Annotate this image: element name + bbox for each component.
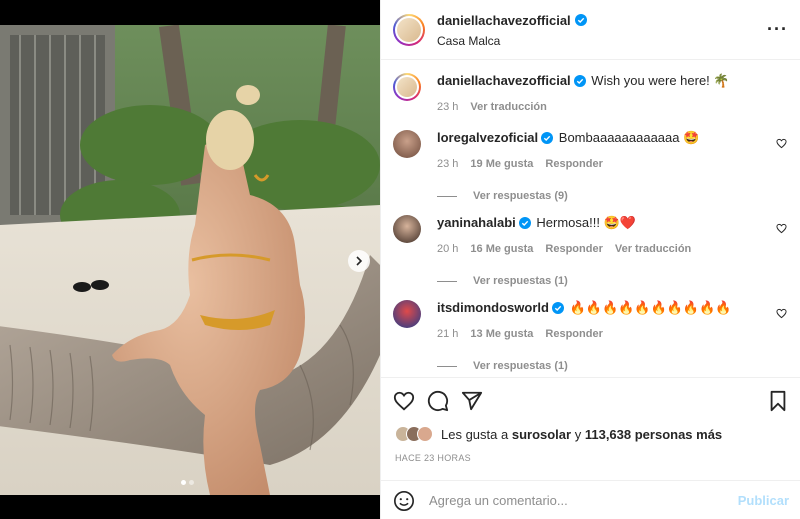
reply-button[interactable]: Responder <box>545 326 602 342</box>
post-photo-image <box>0 25 380 495</box>
comment-likes[interactable]: 13 Me gusta <box>470 326 533 342</box>
view-replies-button[interactable]: Ver respuestas (1) <box>437 275 793 287</box>
view-replies-button[interactable]: Ver respuestas (9) <box>437 190 793 202</box>
view-replies-label: Ver respuestas (9) <box>473 190 568 202</box>
caption-avatar[interactable] <box>393 73 421 101</box>
view-replies-label: Ver respuestas (1) <box>473 360 568 372</box>
replies-divider <box>437 280 457 282</box>
commenter-username[interactable]: loregalvezoficial <box>437 130 538 146</box>
carousel-dot <box>189 480 194 485</box>
post-header: daniellachavezofficial Casa Malca ··· <box>381 0 800 60</box>
post-side-panel: daniellachavezofficial Casa Malca ··· da… <box>380 0 800 519</box>
commenter-username[interactable]: yaninahalabi <box>437 215 516 231</box>
heart-icon[interactable] <box>776 308 787 319</box>
more-icon[interactable]: ··· <box>767 20 788 38</box>
caption-username[interactable]: daniellachavezofficial <box>437 73 571 89</box>
comment-icon[interactable] <box>427 390 449 412</box>
commenter-username[interactable]: itsdimondosworld <box>437 300 549 316</box>
emoji-icon[interactable] <box>393 490 415 512</box>
chevron-right-icon <box>356 256 363 266</box>
view-replies-button[interactable]: Ver respuestas (1) <box>437 360 793 372</box>
comment-input[interactable] <box>429 493 729 508</box>
post-photo[interactable] <box>0 25 380 495</box>
caption-text: Wish you were here! 🌴 <box>591 73 730 88</box>
commenter-avatar[interactable] <box>393 215 421 243</box>
view-replies-label: Ver respuestas (1) <box>473 275 568 287</box>
likes-connector: y <box>574 426 582 442</box>
likes-count-button[interactable]: 113,638 personas más <box>585 427 722 442</box>
verified-icon <box>541 132 554 144</box>
post-location[interactable]: Casa Malca <box>437 34 587 48</box>
comment-time: 21 h <box>437 328 459 340</box>
heart-icon[interactable] <box>393 390 415 412</box>
paper-plane-icon[interactable] <box>461 390 483 412</box>
bookmark-icon[interactable] <box>767 390 789 412</box>
liker-username[interactable]: surosolar <box>512 427 571 442</box>
commenter-avatar[interactable] <box>393 300 421 328</box>
post-timestamp: HACE 23 HORAS <box>395 453 471 463</box>
reply-button[interactable]: Responder <box>545 241 602 257</box>
verified-icon <box>518 217 531 229</box>
caption-item: daniellachavezofficial Wish you were her… <box>393 73 793 115</box>
commenter-avatar[interactable] <box>393 130 421 158</box>
comment-likes[interactable]: 16 Me gusta <box>470 241 533 257</box>
carousel-dot-active <box>181 480 186 485</box>
action-icons-row <box>393 388 789 414</box>
author-avatar[interactable] <box>393 13 425 46</box>
replies-divider <box>437 365 457 367</box>
post-media-panel <box>0 0 380 519</box>
comment-item: loregalvezoficial Bombaaaaaaaaaaaa 🤩 23 … <box>393 130 793 202</box>
carousel-next-button[interactable] <box>348 250 370 272</box>
author-avatar-image <box>397 17 421 42</box>
comments-list: daniellachavezofficial Wish you were her… <box>381 61 800 377</box>
see-translation-link[interactable]: Ver traducción <box>615 241 691 257</box>
comment-text: Hermosa!!! 🤩❤️ <box>536 215 636 230</box>
verified-icon <box>551 302 564 314</box>
see-translation-link[interactable]: Ver traducción <box>470 99 546 115</box>
carousel-indicator <box>181 480 194 485</box>
caption-time: 23 h <box>437 101 459 113</box>
comment-text: Bombaaaaaaaaaaaa 🤩 <box>558 130 700 145</box>
publish-button[interactable]: Publicar <box>738 493 789 508</box>
comment-likes[interactable]: 19 Me gusta <box>470 156 533 172</box>
comment-item: yaninahalabi Hermosa!!! 🤩❤️ 20 h 16 Me g… <box>393 215 793 287</box>
comment-time: 23 h <box>437 158 459 170</box>
comment-text: 🔥🔥🔥🔥🔥🔥🔥🔥🔥🔥 <box>569 300 732 315</box>
heart-icon[interactable] <box>776 223 787 234</box>
verified-icon <box>573 75 586 87</box>
likes-summary: Les gusta a surosolar y 113,638 personas… <box>395 426 722 442</box>
replies-divider <box>437 195 457 197</box>
verified-icon <box>574 14 587 26</box>
liker-avatar <box>417 426 433 442</box>
add-comment-bar: Publicar <box>381 480 800 519</box>
heart-icon[interactable] <box>776 138 787 149</box>
reply-button[interactable]: Responder <box>545 156 602 172</box>
post-actions: Les gusta a surosolar y 113,638 personas… <box>381 377 800 519</box>
author-username[interactable]: daniellachavezofficial <box>437 13 571 28</box>
liker-avatars <box>395 426 433 442</box>
comment-time: 20 h <box>437 243 459 255</box>
comment-item: itsdimondosworld 🔥🔥🔥🔥🔥🔥🔥🔥🔥🔥 21 h 13 Me g… <box>393 300 793 372</box>
likes-prefix: Les gusta a <box>441 426 509 442</box>
